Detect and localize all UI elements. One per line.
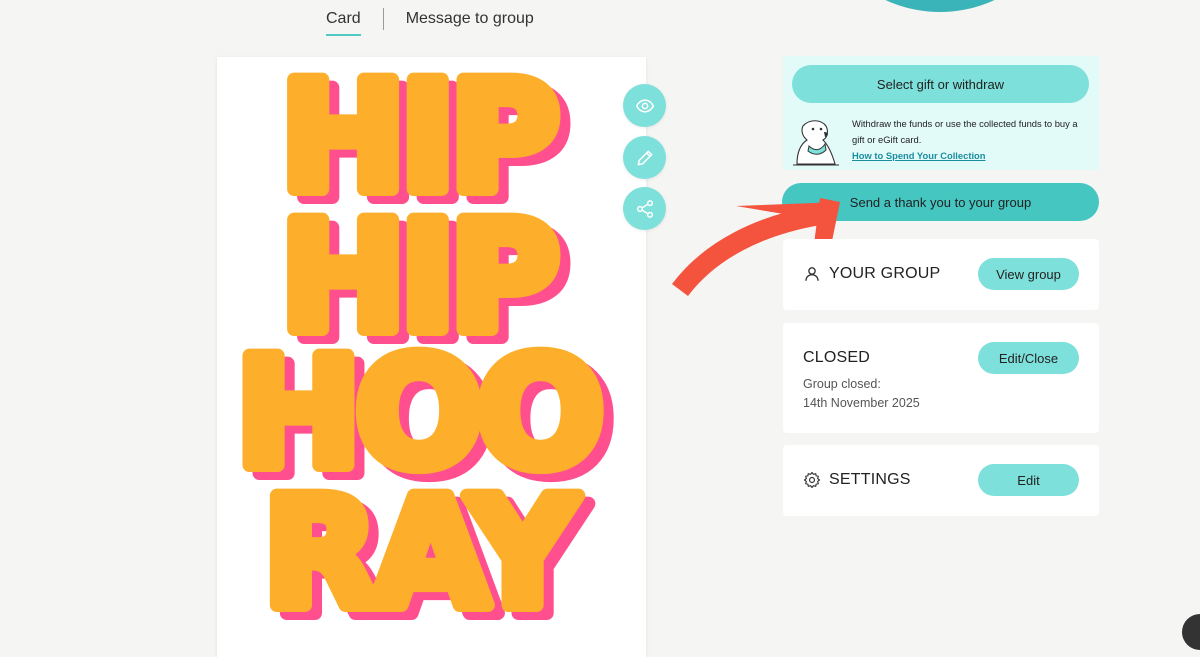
status-title: CLOSED	[803, 349, 870, 366]
preview-button[interactable]	[623, 84, 666, 127]
card-artwork: HIPHIPHIPHIPHOOHOORAYRAY	[229, 57, 622, 656]
decorative-ring	[820, 0, 1060, 12]
eye-icon	[635, 98, 654, 113]
user-icon	[805, 267, 819, 281]
select-gift-button[interactable]: Select gift or withdraw	[792, 65, 1089, 103]
your-group-panel: YOUR GROUP View group	[783, 239, 1099, 310]
share-button[interactable]	[623, 187, 666, 230]
chat-widget-icon[interactable]	[1182, 614, 1200, 650]
share-icon	[636, 199, 653, 218]
pencil-icon	[637, 150, 652, 165]
gift-panel: Select gift or withdraw Withdraw the fun…	[783, 56, 1099, 170]
spend-collection-link[interactable]: How to Spend Your Collection	[852, 150, 986, 161]
gift-description: Withdraw the funds or use the collected …	[852, 116, 1092, 164]
settings-panel: SETTINGS Edit	[783, 445, 1099, 516]
view-group-button[interactable]: View group	[978, 258, 1079, 290]
dog-illustration-icon	[793, 120, 839, 166]
view-tabs: Card Message to group	[318, 6, 542, 36]
your-group-title: YOUR GROUP	[829, 265, 941, 282]
gear-icon	[803, 471, 821, 489]
tab-divider	[382, 8, 384, 30]
tab-message-to-group[interactable]: Message to group	[398, 8, 542, 30]
card-line: RAY	[263, 467, 579, 641]
edit-close-button[interactable]: Edit/Close	[978, 342, 1079, 374]
group-closed-date: 14th November 2025	[803, 396, 920, 410]
tab-card[interactable]: Card	[318, 8, 369, 36]
group-closed-label: Group closed:	[803, 377, 881, 391]
settings-title: SETTINGS	[829, 471, 911, 488]
status-panel: CLOSED Edit/Close Group closed: 14th Nov…	[783, 323, 1099, 433]
settings-edit-button[interactable]: Edit	[978, 464, 1079, 496]
edit-card-button[interactable]	[623, 136, 666, 179]
greeting-card[interactable]: HIP HIP HIP HIP HOO HOO RAY RAY	[217, 57, 646, 657]
gift-description-text: Withdraw the funds or use the collected …	[852, 118, 1078, 145]
